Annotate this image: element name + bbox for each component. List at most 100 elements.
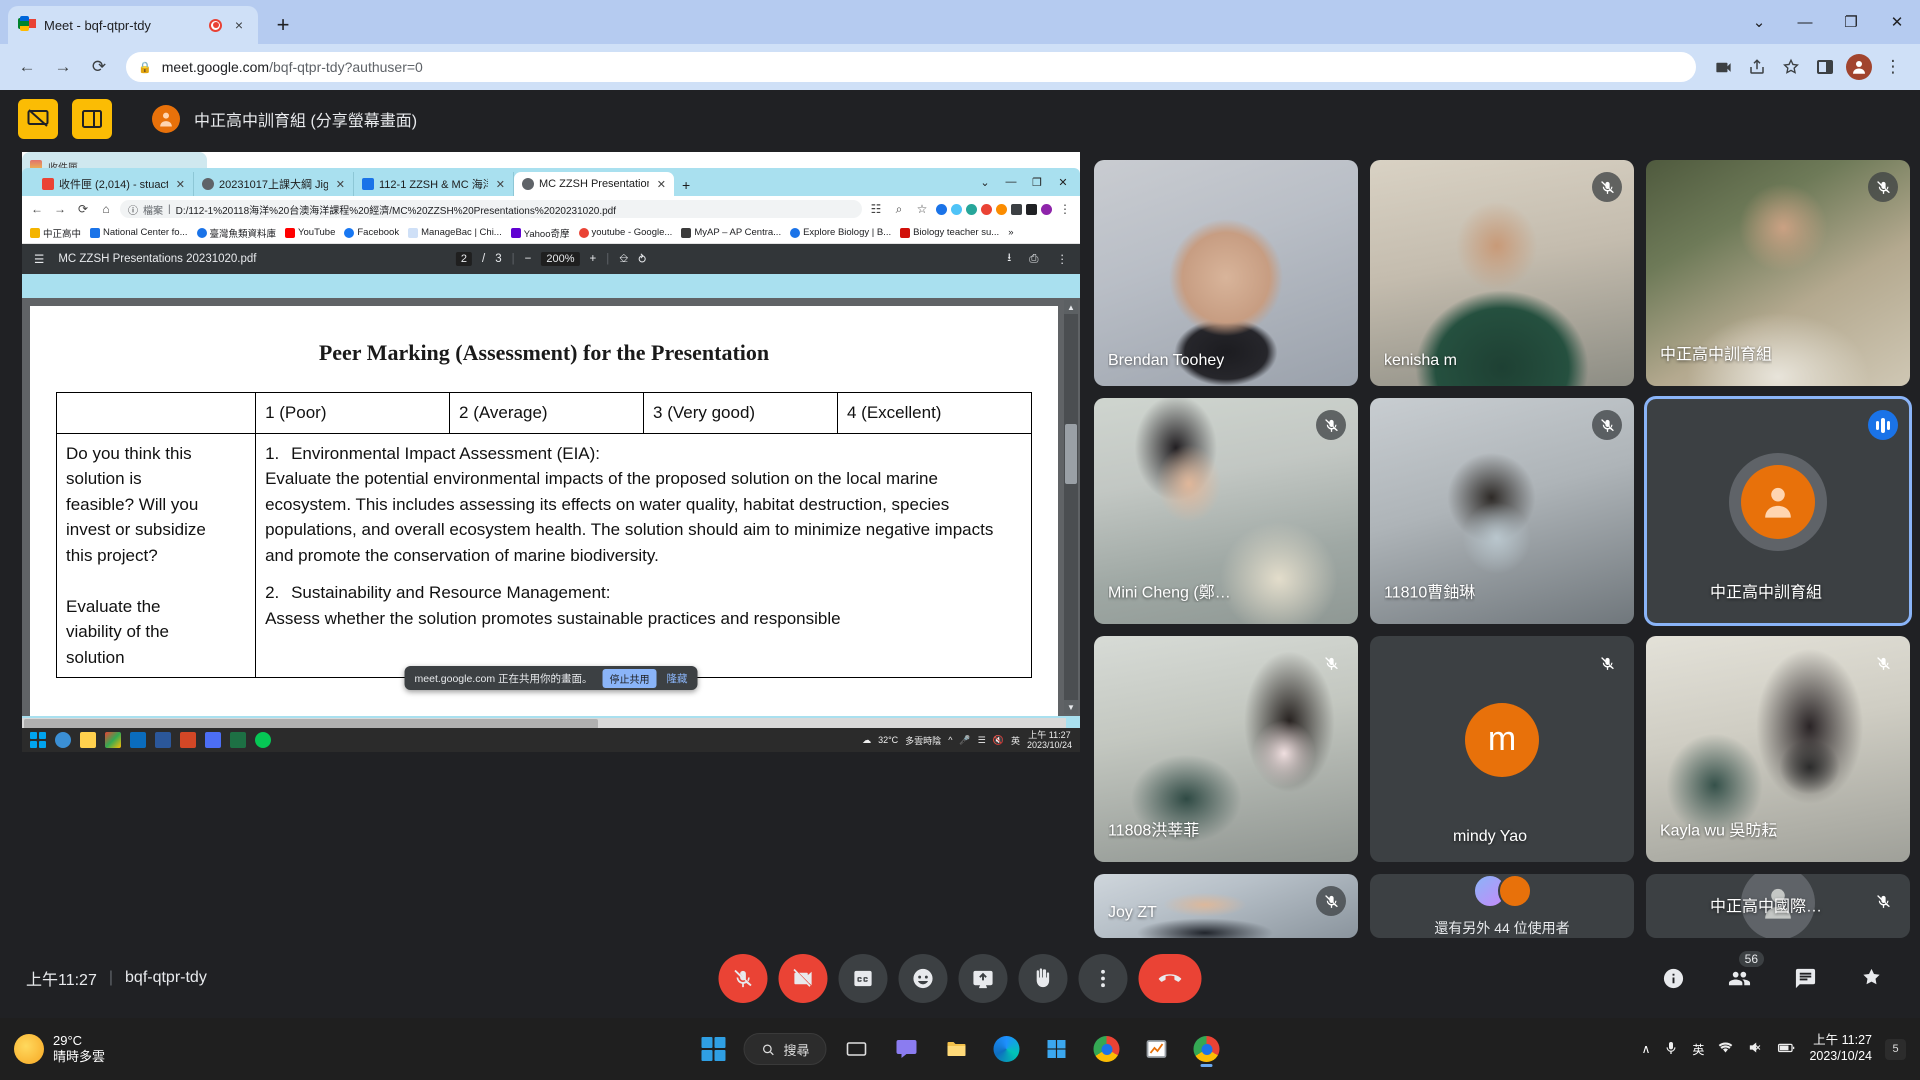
address-bar[interactable]: 🔒 meet.google.com/bqf-qtpr-tdy?authuser=… xyxy=(126,52,1696,82)
pdf-print-icon[interactable]: ⎙ xyxy=(1029,253,1038,266)
participant-tile-mini-cheng[interactable]: Mini Cheng (鄭… xyxy=(1094,398,1358,624)
maximize-button[interactable]: ❐ xyxy=(1828,0,1874,44)
pdf-zoom-in-button[interactable]: + xyxy=(589,253,596,265)
shared-tab-0[interactable]: 收件匣 (2,014) - stuact@webm ✕ xyxy=(34,172,194,196)
participant-tile-mindy-yao[interactable]: m mindy Yao xyxy=(1370,636,1634,862)
bookmark-item[interactable]: Yahoo奇摩 xyxy=(511,226,570,240)
close-window-button[interactable]: ✕ xyxy=(1874,0,1920,44)
photos-icon[interactable] xyxy=(205,732,221,748)
microsoft-store-icon[interactable] xyxy=(1037,1029,1077,1069)
shared-new-tab-button[interactable]: + xyxy=(682,177,690,193)
shared-tab-close-icon[interactable]: ✕ xyxy=(336,178,345,191)
shared-tab-1[interactable]: 20231017上課大綱 Jigsaw活動 ✕ xyxy=(194,172,354,196)
reload-icon[interactable]: ⟳ xyxy=(84,52,114,82)
bookmark-item[interactable]: ManageBac | Chi... xyxy=(408,227,502,238)
raise-hand-button[interactable] xyxy=(1019,954,1068,1003)
bookmark-item[interactable]: Biology teacher su... xyxy=(900,227,999,238)
pdf-sidebar-toggle-icon[interactable]: ☰ xyxy=(34,252,44,266)
pdf-zoom-out-button[interactable]: − xyxy=(525,253,532,265)
bookmark-item[interactable]: Facebook xyxy=(344,227,399,238)
recording-indicator-icon[interactable] xyxy=(209,19,222,32)
pdf-more-icon[interactable]: ⋮ xyxy=(1057,252,1069,266)
bookmark-item[interactable]: youtube - Google... xyxy=(579,227,673,238)
participant-tile-cczx-xunyuzu[interactable]: 中正高中訓育組 xyxy=(1646,160,1910,386)
line-icon[interactable] xyxy=(255,732,271,748)
activities-button[interactable] xyxy=(1848,955,1894,1001)
camera-off-button[interactable] xyxy=(779,954,828,1003)
tray-clock[interactable]: 上午 11:27 2023/10/24 xyxy=(1027,730,1072,751)
participant-tile-brendan-toohey[interactable]: Brendan Toohey xyxy=(1094,160,1358,386)
pdf-fit-page-icon[interactable]: ⎒ xyxy=(619,253,628,266)
shared-reload-icon[interactable]: ⟳ xyxy=(74,200,92,218)
bookmark-item[interactable]: Explore Biology | B... xyxy=(790,227,891,238)
taskbar-weather-widget[interactable]: 29°C 晴時多雲 xyxy=(14,1033,105,1066)
tray-chevron-icon[interactable]: ^ xyxy=(948,735,952,745)
cast-icon[interactable] xyxy=(1708,52,1738,82)
tray-volume-icon[interactable]: 🔇 xyxy=(993,735,1004,746)
tray-ime-label[interactable]: 英 xyxy=(1692,1041,1704,1058)
shared-forward-icon[interactable]: → xyxy=(51,200,69,218)
shared-tab-search-icon[interactable]: ⌄ xyxy=(972,168,998,196)
qr-code-icon[interactable]: ☷ xyxy=(867,200,885,218)
extension-puzzle-icon[interactable] xyxy=(1011,204,1022,215)
participant-tile-11810-cao-yulin[interactable]: 11810曹鈾琳 xyxy=(1370,398,1634,624)
shared-minimize-button[interactable]: — xyxy=(998,168,1024,196)
minimize-button[interactable]: — xyxy=(1782,0,1828,44)
chrome-active-icon[interactable] xyxy=(1187,1029,1227,1069)
shared-screen-area[interactable]: 收件匣 收件匣 (2,014) - stuact@webm ✕ 20231017… xyxy=(0,148,1080,938)
participant-tile-11808-hong-xinfei[interactable]: 11808洪莘菲 xyxy=(1094,636,1358,862)
participant-tile-kenisha-m[interactable]: kenisha m xyxy=(1370,160,1634,386)
windows-start-button[interactable] xyxy=(693,1029,733,1069)
stop-presenting-icon[interactable] xyxy=(18,99,58,139)
back-icon[interactable]: ← xyxy=(12,52,42,82)
chrome-icon[interactable] xyxy=(105,732,121,748)
powerpoint-icon[interactable] xyxy=(180,732,196,748)
bookmark-item[interactable]: National Center fo... xyxy=(90,227,188,238)
hide-notice-button[interactable]: 隆藏 xyxy=(666,671,687,686)
shared-side-panel-icon[interactable] xyxy=(1026,204,1037,215)
present-now-button[interactable] xyxy=(959,954,1008,1003)
scrollbar-thumb[interactable] xyxy=(1065,424,1077,484)
tray-battery-icon[interactable] xyxy=(1777,1038,1796,1060)
new-tab-button[interactable]: + xyxy=(268,10,298,40)
chart-app-icon[interactable] xyxy=(1137,1029,1177,1069)
extension-icon-orange[interactable] xyxy=(996,204,1007,215)
stop-sharing-button[interactable]: 停止共用 xyxy=(602,669,656,688)
extension-icon-blue[interactable] xyxy=(936,204,947,215)
side-panel-icon[interactable] xyxy=(1810,52,1840,82)
shared-browser-menu-icon[interactable]: ⋮ xyxy=(1056,200,1074,218)
tab-close-icon[interactable]: × xyxy=(230,16,248,34)
bookmark-item[interactable]: 臺灣魚類資料庫 xyxy=(197,226,277,240)
shared-back-icon[interactable]: ← xyxy=(28,200,46,218)
tray-expand-icon[interactable]: ∧ xyxy=(1642,1042,1651,1056)
browser-menu-icon[interactable]: ⋮ xyxy=(1878,52,1908,82)
mail-icon[interactable] xyxy=(130,732,146,748)
bookmark-item[interactable]: YouTube xyxy=(285,227,335,238)
participant-tile-cczx-international[interactable]: 中正高中國際… xyxy=(1646,874,1910,938)
notification-count-badge[interactable]: 5 xyxy=(1885,1039,1906,1060)
extension-icon-lightblue[interactable] xyxy=(951,204,962,215)
edge-icon[interactable] xyxy=(55,732,71,748)
shared-tab-close-icon[interactable]: ✕ xyxy=(176,178,185,191)
tray-ime-label[interactable]: 英 xyxy=(1011,734,1020,747)
word-icon[interactable] xyxy=(155,732,171,748)
profile-avatar[interactable] xyxy=(1844,52,1874,82)
edge-icon[interactable] xyxy=(987,1029,1027,1069)
task-view-icon[interactable] xyxy=(837,1029,877,1069)
pdf-vertical-scrollbar[interactable]: ▲ ▼ xyxy=(1064,300,1078,714)
shared-tab-close-icon[interactable]: ✕ xyxy=(657,178,666,191)
windows-start-icon[interactable] xyxy=(30,732,46,748)
shared-address-bar[interactable]: ⓘ 檔案 | D:/112-1%20118海洋%20台澳海洋課程%20經濟/MC… xyxy=(120,200,862,218)
shared-home-icon[interactable]: ⌂ xyxy=(97,200,115,218)
tray-network-icon[interactable]: ☰ xyxy=(978,735,986,746)
participant-tile-cczx-xunyuzu-speaking[interactable]: 中正高中訓育組 xyxy=(1646,398,1910,624)
search-plus-icon[interactable]: ⌕ xyxy=(890,200,908,218)
shared-close-button[interactable]: ✕ xyxy=(1050,168,1076,196)
excel-icon[interactable] xyxy=(230,732,246,748)
layout-icon[interactable] xyxy=(72,99,112,139)
forward-icon[interactable]: → xyxy=(48,52,78,82)
pdf-rotate-icon[interactable]: ⥁ xyxy=(638,252,646,266)
chat-teams-icon[interactable] xyxy=(887,1029,927,1069)
shared-bookmark-star-icon[interactable]: ☆ xyxy=(913,200,931,218)
tray-volume-mute-icon[interactable] xyxy=(1747,1039,1764,1059)
